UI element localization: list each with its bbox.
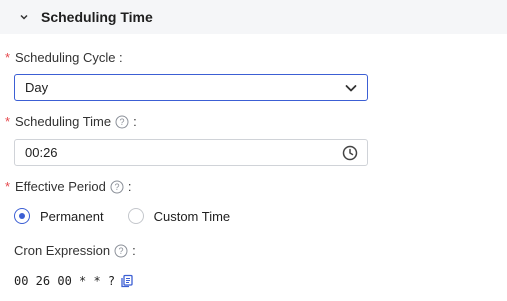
clock-icon[interactable] [342, 145, 358, 161]
effective-period-radio-group: Permanent Custom Time [14, 208, 230, 224]
effective-period-label-row: * Effective Period ? : [5, 179, 131, 194]
section-title: Scheduling Time [41, 9, 153, 25]
svg-text:?: ? [119, 246, 124, 256]
help-icon[interactable]: ? [114, 244, 128, 258]
chevron-down-icon[interactable] [18, 11, 30, 23]
svg-text:?: ? [120, 117, 125, 127]
svg-text:?: ? [114, 182, 119, 192]
required-marker: * [5, 114, 11, 129]
scheduling-time-input[interactable]: 00:26 [14, 139, 368, 166]
permanent-radio[interactable] [14, 208, 30, 224]
cron-expression-value: 00 26 00 * * ? [14, 274, 116, 288]
scheduling-time-label-row: * Scheduling Time ? : [5, 114, 137, 129]
scheduling-cycle-value: Day [25, 80, 49, 95]
label-colon: : [133, 114, 137, 129]
scheduling-time-label: Scheduling Time [15, 114, 112, 129]
custom-time-radio-label[interactable]: Custom Time [154, 209, 231, 224]
copy-icon[interactable] [120, 274, 134, 288]
chevron-down-icon[interactable] [344, 81, 358, 95]
custom-time-radio[interactable] [127, 208, 144, 224]
permanent-radio-label[interactable]: Permanent [40, 209, 104, 224]
label-colon: : [127, 179, 132, 194]
help-icon[interactable]: ? [110, 180, 124, 194]
cron-expression-row: 00 26 00 * * ? [14, 274, 134, 288]
effective-period-label: Effective Period [15, 179, 106, 194]
cron-expression-label: Cron Expression [14, 243, 111, 258]
cron-expression-label-row: Cron Expression ? : [14, 243, 136, 258]
scheduling-cycle-select[interactable]: Day [14, 74, 368, 101]
required-marker: * [5, 50, 11, 65]
scheduling-time-value: 00:26 [25, 145, 58, 160]
help-icon[interactable]: ? [115, 115, 129, 129]
required-marker: * [5, 179, 11, 194]
section-header[interactable]: Scheduling Time [0, 0, 507, 34]
scheduling-cycle-label: Scheduling Cycle : [15, 50, 123, 65]
label-colon: : [132, 243, 136, 258]
scheduling-cycle-label-row: * Scheduling Cycle : [5, 50, 123, 65]
